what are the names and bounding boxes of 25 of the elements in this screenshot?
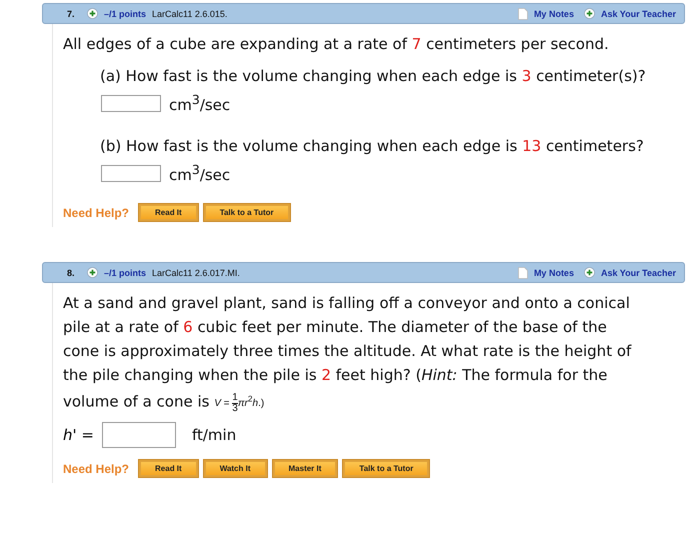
answer-label: h' = [63, 426, 94, 444]
question-part-text: (b) How fast is the volume changing when each edge is 13 centimeters? [100, 136, 645, 157]
ask-teacher-link[interactable]: Ask Your Teacher [600, 8, 676, 18]
question-text: All edges of a cube are expanding at a rate of 7 centimeters per second. [63, 34, 610, 55]
unit-label: ft/min [192, 426, 236, 444]
need-help-label: Need Help? [63, 462, 130, 476]
question-number: 8. [67, 268, 76, 278]
problem-source: LarCalc11 2.6.017.MI. [152, 268, 240, 278]
need-help-label: Need Help? [63, 206, 130, 220]
question-part-text: (a) How fast is the volume changing when each edge is 3 centimeter(s)? [100, 66, 647, 87]
unit-label: cm$^{3}$/sec [169, 162, 230, 184]
points-label: –/1 points [104, 8, 146, 18]
help-button[interactable]: Read It [139, 204, 198, 221]
help-button[interactable]: Talk to a Tutor [343, 460, 430, 478]
my-notes-link[interactable]: My Notes [534, 268, 574, 278]
problem-source: LarCalc11 2.6.015. [152, 8, 228, 18]
my-notes-link[interactable]: My Notes [534, 8, 574, 18]
help-button[interactable]: Read It [139, 460, 198, 478]
help-button[interactable]: Talk to a Tutor [204, 204, 290, 221]
points-label: –/1 points [104, 268, 146, 278]
ask-teacher-link[interactable]: Ask Your Teacher [600, 268, 676, 278]
unit-label: cm$^{3}$/sec [169, 92, 230, 114]
help-button[interactable]: Watch It [204, 460, 266, 478]
help-button[interactable]: Master It [272, 460, 338, 478]
question-number: 7. [67, 8, 76, 18]
